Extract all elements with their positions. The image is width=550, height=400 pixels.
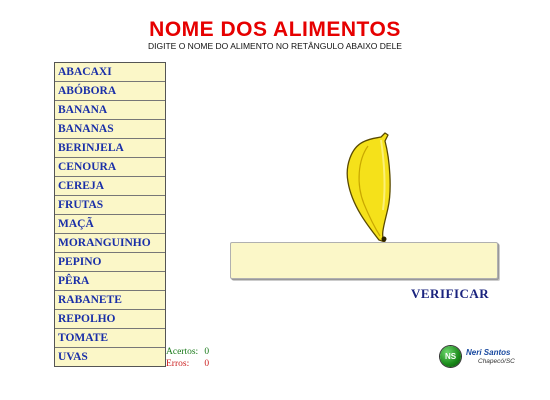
food-word-item[interactable]: BERINJELA [55, 139, 165, 158]
food-word-item[interactable]: MAÇÃ [55, 215, 165, 234]
food-word-item[interactable]: FRUTAS [55, 196, 165, 215]
food-word-item[interactable]: CENOURA [55, 158, 165, 177]
food-word-item[interactable]: CEREJA [55, 177, 165, 196]
score-erros: Erros: 0 [166, 359, 209, 369]
instructions: DIGITE O NOME DO ALIMENTO NO RETÂNGULO A… [148, 41, 402, 51]
food-word-item[interactable]: BANANAS [55, 120, 165, 139]
food-word-item[interactable]: REPOLHO [55, 310, 165, 329]
score-acertos: Acertos: 0 [166, 347, 209, 357]
banana-icon [346, 132, 391, 242]
food-word-item[interactable]: ABÓBORA [55, 82, 165, 101]
answer-input[interactable] [230, 242, 498, 279]
food-word-item[interactable]: UVAS [55, 348, 165, 366]
food-word-item[interactable]: MORANGUINHO [55, 234, 165, 253]
food-word-item[interactable]: TOMATE [55, 329, 165, 348]
acertos-value: 0 [204, 347, 210, 357]
acertos-label: Acertos: [166, 347, 199, 357]
verify-button[interactable]: VERIFICAR [411, 286, 489, 302]
erros-value: 0 [204, 359, 210, 369]
author-logo-icon: NS [440, 346, 461, 367]
food-word-item[interactable]: PEPINO [55, 253, 165, 272]
food-word-item[interactable]: PÊRA [55, 272, 165, 291]
author-name: Neri Santos [466, 348, 511, 357]
food-word-item[interactable]: BANANA [55, 101, 165, 120]
author-place: Chapecó/SC [478, 358, 515, 365]
food-word-item[interactable]: ABACAXI [55, 63, 165, 82]
erros-label: Erros: [166, 359, 190, 369]
food-word-item[interactable]: RABANETE [55, 291, 165, 310]
page-title: NOME DOS ALIMENTOS [149, 18, 401, 41]
food-word-list: ABACAXI ABÓBORA BANANA BANANAS BERINJELA… [54, 62, 166, 367]
